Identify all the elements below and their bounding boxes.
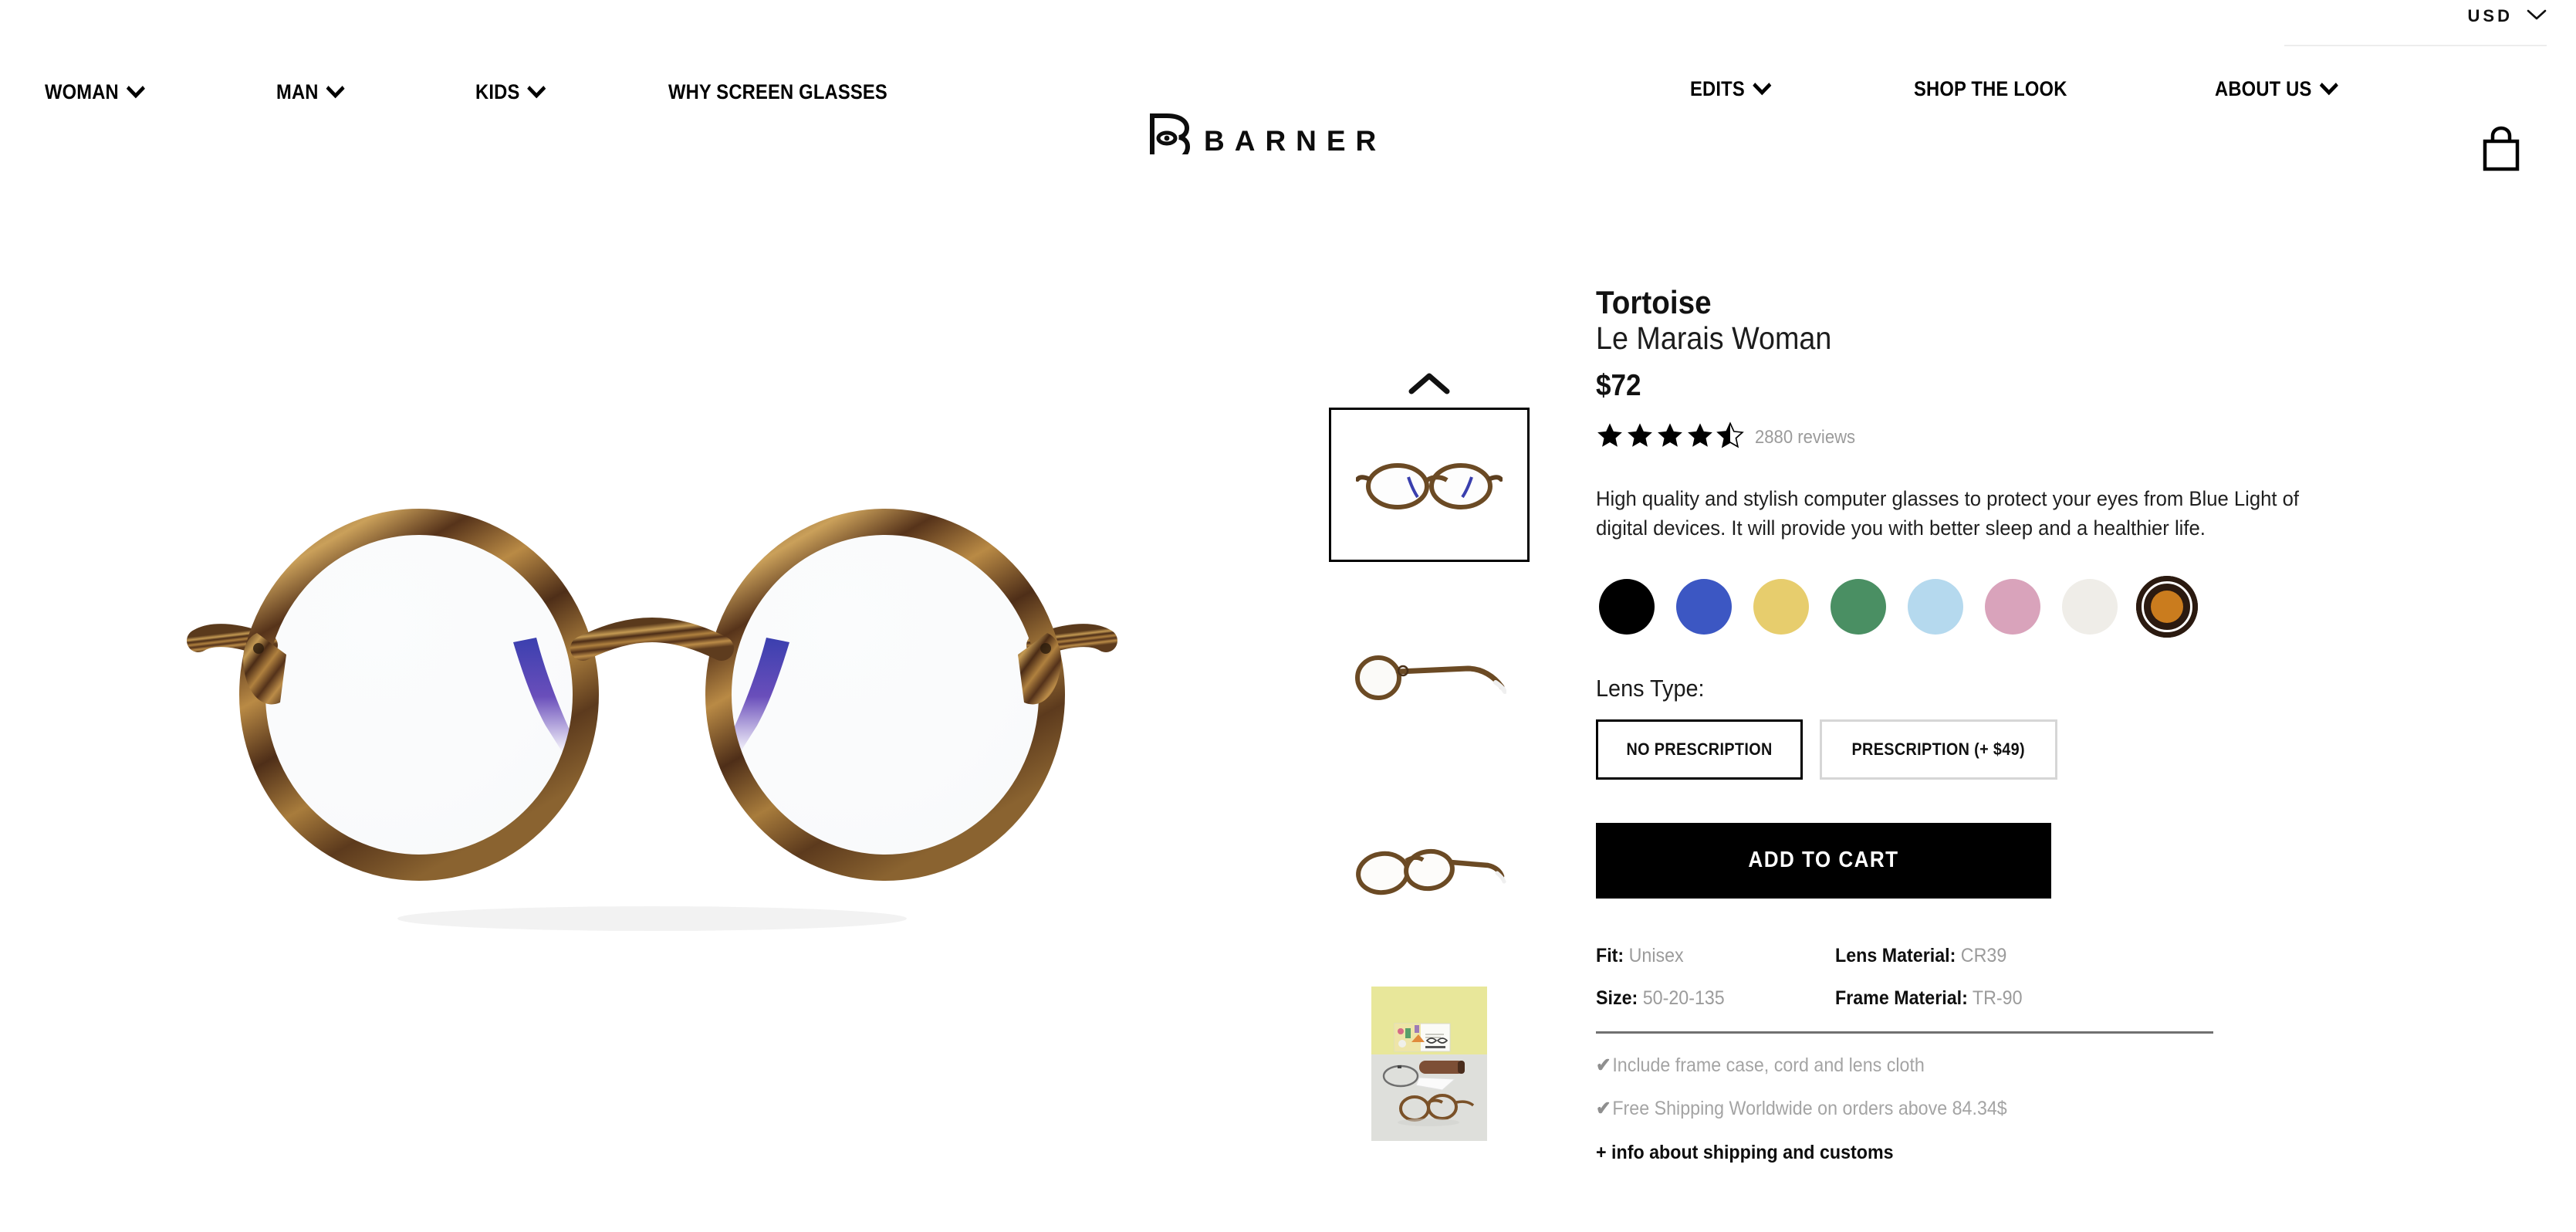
thumbnail-lifestyle-kit-photo[interactable]: [1371, 987, 1487, 1141]
nav-item-man[interactable]: MAN: [276, 80, 451, 104]
eyeglasses-side-thumb-icon: [1355, 655, 1506, 700]
star-icon-full: [1596, 421, 1624, 453]
swatch-selected-ring: [2142, 580, 2192, 632]
perk-included-accessories: ✔Include frame case, cord and lens cloth: [1596, 1054, 1925, 1076]
nav-item-label: EDITS: [1690, 77, 1745, 100]
currency-label: USD: [2467, 6, 2513, 25]
product-price: $72: [1596, 369, 1641, 403]
shipping-info-link[interactable]: + info about shipping and customs: [1596, 1142, 2314, 1164]
swatch-dot: [1599, 578, 1655, 635]
color-swatch-blue[interactable]: [1673, 576, 1735, 638]
product-page: USD WOMAN MAN KIDS WHY SCREEN GLASSES BA…: [0, 0, 2576, 1232]
cart-button[interactable]: [2479, 124, 2524, 178]
swatch-dot: [1676, 578, 1732, 635]
eyeglasses-front-thumb-icon: [1356, 463, 1503, 509]
lens-type-label: Lens Type:: [1596, 674, 1705, 702]
site-header: WOMAN MAN KIDS WHY SCREEN GLASSES BARNER…: [0, 45, 2576, 171]
nav-item-why-screen-glasses[interactable]: WHY SCREEN GLASSES: [668, 80, 887, 104]
swatch-dot: [1831, 578, 1886, 635]
spec-lens-material: Lens Material: CR39: [1835, 944, 2007, 966]
reviews-count-label: 2880 reviews: [1755, 426, 1856, 448]
color-swatch-black[interactable]: [1596, 576, 1658, 638]
product-model-name: Le Marais Woman: [1596, 320, 1832, 356]
swatch-dot: [1753, 578, 1809, 635]
color-swatch-green[interactable]: [1827, 576, 1889, 638]
nav-item-label: WOMAN: [45, 80, 119, 103]
eyeglasses-three-quarter-thumb-icon: [1356, 848, 1506, 895]
chevron-down-icon: [2527, 8, 2547, 25]
currency-selector[interactable]: USD: [2468, 6, 2547, 26]
lens-type-options: NO PRESCRIPTION PRESCRIPTION (+ $49): [1596, 719, 2368, 780]
star-icon-full: [1656, 421, 1684, 453]
rating-row[interactable]: 2880 reviews: [1596, 421, 2368, 453]
nav-item-shop-the-look[interactable]: SHOP THE LOOK: [1914, 77, 2179, 101]
color-swatch-pink[interactable]: [1982, 576, 2044, 638]
check-icon: ✔: [1596, 1054, 1611, 1076]
color-swatch-group: [1596, 575, 2368, 638]
gallery-scroll-up-button[interactable]: [1329, 363, 1530, 408]
thumbnail-rail: [1312, 363, 1551, 1141]
nav-item-label: WHY SCREEN GLASSES: [668, 80, 887, 103]
color-swatch-cream[interactable]: [2059, 576, 2121, 638]
chevron-down-icon: [1752, 77, 1772, 101]
thumbnail-front-view[interactable]: [1329, 408, 1530, 562]
product-description: High quality and stylish computer glasse…: [1596, 487, 2300, 540]
swatch-dot: [2151, 590, 2183, 623]
color-swatch-light-blue[interactable]: [1905, 576, 1966, 638]
chevron-down-icon: [2318, 77, 2338, 101]
thumbnail-side-view[interactable]: [1329, 601, 1530, 755]
chevron-up-icon: [1408, 372, 1450, 399]
product-info-panel: Tortoise Le Marais Woman $72 2880 review…: [1596, 284, 2368, 1164]
swatch-dot: [1985, 578, 2040, 635]
thumbnail-three-quarter-view[interactable]: [1329, 794, 1530, 948]
star-icon-full: [1686, 421, 1714, 453]
nav-item-label: SHOP THE LOOK: [1914, 77, 2067, 100]
star-icon-full: [1626, 421, 1654, 453]
top-bar: USD: [0, 0, 2576, 46]
add-to-cart-button[interactable]: ADD TO CART: [1596, 822, 2051, 899]
product-main-image[interactable]: [0, 154, 1304, 1232]
lens-option-no-prescription[interactable]: NO PRESCRIPTION: [1596, 719, 1804, 780]
nav-item-about-us[interactable]: ABOUT US: [2215, 77, 2439, 101]
nav-item-label: KIDS: [475, 80, 520, 103]
star-icon-half: [1716, 421, 1744, 453]
spec-size: Size: 50-20-135: [1596, 987, 1725, 1009]
product-specs: Fit: Unisex Lens Material: CR39 Size: 50…: [1596, 945, 2213, 1010]
lens-option-prescription[interactable]: PRESCRIPTION (+ $49): [1820, 719, 2057, 780]
shopping-bag-icon: [2479, 126, 2524, 177]
check-icon: ✔: [1596, 1097, 1611, 1119]
swatch-dot: [1908, 578, 1963, 635]
lifestyle-kit-photo-icon: [1371, 987, 1487, 1141]
chevron-down-icon: [526, 80, 546, 104]
nav-item-kids[interactable]: KIDS: [475, 80, 645, 104]
primary-nav-right: EDITS SHOP THE LOOK ABOUT US: [1690, 77, 2470, 101]
spec-frame-material: Frame Material: TR-90: [1835, 987, 2023, 1009]
chevron-down-icon: [126, 80, 146, 104]
color-swatch-tortoise[interactable]: [2136, 575, 2198, 638]
specs-divider: [1596, 1031, 2213, 1034]
brand-wordmark: BARNER: [1204, 125, 1387, 157]
nav-item-edits[interactable]: EDITS: [1690, 77, 1887, 101]
eyeglasses-front-illustration: [187, 509, 1117, 931]
star-rating: [1596, 421, 1744, 453]
perk-free-shipping: ✔Free Shipping Worldwide on orders above…: [1596, 1097, 2007, 1119]
primary-nav-left: WOMAN MAN KIDS WHY SCREEN GLASSES: [45, 80, 918, 104]
nav-item-label: ABOUT US: [2215, 77, 2312, 100]
product-color-name: Tortoise: [1596, 284, 1712, 320]
spec-fit: Fit: Unisex: [1596, 944, 1684, 966]
color-swatch-yellow[interactable]: [1750, 576, 1812, 638]
nav-item-woman[interactable]: WOMAN: [45, 80, 248, 104]
chevron-down-icon: [325, 80, 345, 104]
swatch-dot: [2062, 578, 2118, 635]
nav-item-label: MAN: [276, 80, 319, 103]
